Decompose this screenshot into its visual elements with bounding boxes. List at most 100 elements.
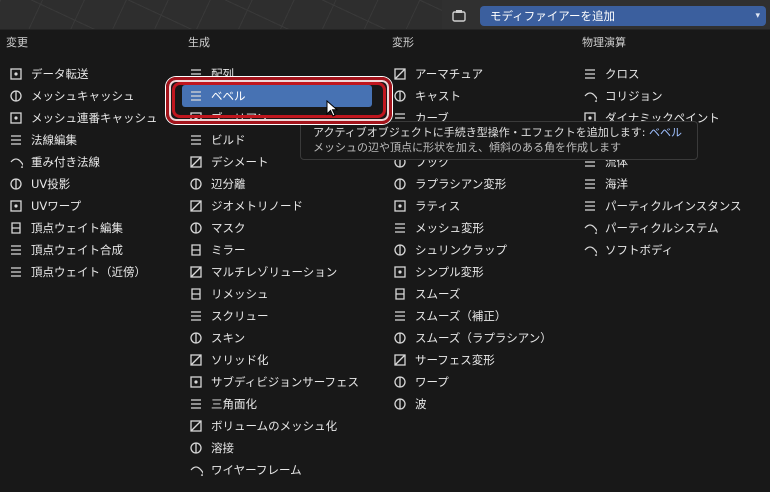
- column-title-modify: 変更: [6, 36, 28, 49]
- menu-item-label: スクリュー: [211, 309, 269, 323]
- warp-icon: [392, 374, 408, 390]
- menu-item-mask[interactable]: マスク: [188, 217, 246, 239]
- menu-item-vertex-weight-edit[interactable]: 頂点ウェイト編集: [8, 217, 123, 239]
- menu-item-mirror[interactable]: ミラー: [188, 239, 246, 261]
- menu-item-volume-to-mesh[interactable]: ボリュームのメッシュ化: [188, 415, 337, 437]
- menu-item-remesh[interactable]: リメッシュ: [188, 283, 269, 305]
- smooth-laplacian-icon: [392, 330, 408, 346]
- skin-icon: [188, 330, 204, 346]
- menu-item-simple-deform[interactable]: シンプル変形: [392, 261, 484, 283]
- menu-item-label: スムーズ（補正）: [415, 309, 507, 323]
- menu-item-surface-deform[interactable]: サーフェス変形: [392, 349, 495, 371]
- menu-item-data-transfer[interactable]: データ転送: [8, 63, 89, 85]
- column-title-generate: 生成: [188, 36, 210, 49]
- menu-item-label: ラティス: [415, 199, 461, 213]
- menu-item-weld[interactable]: 溶接: [188, 437, 234, 459]
- mask-icon: [188, 220, 204, 236]
- menu-item-ocean[interactable]: 海洋: [582, 173, 628, 195]
- menu-item-label: ラプラシアン変形: [415, 177, 507, 191]
- multires-icon: [188, 264, 204, 280]
- menu-item-label: シンプル変形: [415, 265, 484, 279]
- menu-item-geometry-nodes[interactable]: ジオメトリノード: [188, 195, 303, 217]
- menu-item-vertex-weight-proximity[interactable]: 頂点ウェイト（近傍）: [8, 261, 146, 283]
- cloth-icon: [582, 66, 598, 82]
- mesh-deform-icon: [392, 220, 408, 236]
- menu-item-label: ミラー: [211, 243, 246, 257]
- menu-item-label: 溶接: [211, 441, 234, 455]
- menu-item-decimate[interactable]: デシメート: [188, 151, 269, 173]
- mouse-cursor-icon: [326, 100, 339, 117]
- menu-item-skin[interactable]: スキン: [188, 327, 245, 349]
- menu-item-uv-project[interactable]: UV投影: [8, 173, 70, 195]
- menu-item-label: データ転送: [31, 67, 89, 81]
- menu-item-uv-warp[interactable]: UVワープ: [8, 195, 81, 217]
- wrench-icon[interactable]: [452, 9, 466, 23]
- menu-item-label: メッシュキャッシュ: [31, 89, 135, 103]
- menu-item-label: ジオメトリノード: [211, 199, 303, 213]
- menu-item-wireframe[interactable]: ワイヤーフレーム: [188, 459, 302, 481]
- menu-item-mesh-sequence-cache[interactable]: メッシュ連番キャッシュ: [8, 107, 158, 129]
- simple-deform-icon: [392, 264, 408, 280]
- menu-item-smooth[interactable]: スムーズ: [392, 283, 460, 305]
- menu-item-label: キャスト: [415, 89, 461, 103]
- menu-item-particle-system[interactable]: パーティクルシステム: [582, 217, 719, 239]
- screw-icon: [188, 308, 204, 324]
- menu-item-soft-body[interactable]: ソフトボディ: [582, 239, 673, 261]
- chevron-down-icon: ▾: [755, 11, 760, 21]
- menu-item-label: 三角面化: [211, 397, 257, 411]
- menu-item-weighted-normal[interactable]: 重み付き法線: [8, 151, 100, 173]
- menu-item-label: コリジョン: [605, 89, 663, 103]
- column-title-deform: 変形: [392, 36, 414, 49]
- top-bar: モディファイアーを追加 ▾: [0, 0, 770, 30]
- menu-item-smooth-laplacian[interactable]: スムーズ（ラプラシアン）: [392, 327, 552, 349]
- volume-to-mesh-icon: [188, 418, 204, 434]
- menu-item-build[interactable]: ビルド: [188, 129, 246, 151]
- menu-item-laplacian-deform[interactable]: ラプラシアン変形: [392, 173, 506, 195]
- menu-item-label: パーティクルシステム: [605, 221, 719, 235]
- build-icon: [188, 132, 204, 148]
- menu-item-cast[interactable]: キャスト: [392, 85, 461, 107]
- weighted-normal-icon: [8, 154, 24, 170]
- menu-item-label: 頂点ウェイト合成: [31, 243, 123, 257]
- menu-item-label: 法線編集: [31, 133, 77, 147]
- menu-item-shrinkwrap[interactable]: シュリンクラップ: [392, 239, 507, 261]
- menu-item-screw[interactable]: スクリュー: [188, 305, 269, 327]
- menu-item-vertex-weight-mix[interactable]: 頂点ウェイト合成: [8, 239, 123, 261]
- menu-item-solidify[interactable]: ソリッド化: [188, 349, 269, 371]
- lattice-icon: [392, 198, 408, 214]
- menu-item-label: UV投影: [31, 177, 71, 191]
- menu-item-label: 辺分離: [211, 177, 246, 191]
- triangulate-icon: [188, 396, 204, 412]
- menu-item-label: ワープ: [415, 375, 449, 389]
- tooltip-line1: アクティブオブジェクトに手続き型操作・エフェクトを追加します: ベベル: [313, 125, 685, 140]
- tooltip-modifier-name: ベベル: [649, 126, 682, 139]
- smooth-icon: [392, 286, 408, 302]
- menu-item-mesh-deform[interactable]: メッシュ変形: [392, 217, 484, 239]
- menu-item-wave[interactable]: 波: [392, 393, 427, 415]
- menu-item-label: メッシュ連番キャッシュ: [31, 111, 158, 125]
- menu-item-label: ビルド: [211, 133, 246, 147]
- menu-item-normal-edit[interactable]: 法線編集: [8, 129, 77, 151]
- normal-edit-icon: [8, 132, 24, 148]
- surface-deform-icon: [392, 352, 408, 368]
- menu-item-warp[interactable]: ワープ: [392, 371, 449, 393]
- menu-item-label: 波: [415, 397, 427, 411]
- cast-icon: [392, 88, 408, 104]
- menu-item-subsurf[interactable]: サブディビジョンサーフェス: [188, 371, 359, 393]
- mirror-icon: [188, 242, 204, 258]
- add-modifier-button[interactable]: モディファイアーを追加 ▾: [480, 6, 766, 26]
- menu-item-collision[interactable]: コリジョン: [582, 85, 663, 107]
- menu-item-cloth[interactable]: クロス: [582, 63, 640, 85]
- menu-item-edge-split[interactable]: 辺分離: [188, 173, 246, 195]
- menu-item-smooth-corrective[interactable]: スムーズ（補正）: [392, 305, 506, 327]
- menu-item-lattice[interactable]: ラティス: [392, 195, 460, 217]
- subsurf-icon: [188, 374, 204, 390]
- menu-item-mesh-cache[interactable]: メッシュキャッシュ: [8, 85, 135, 107]
- wireframe-icon: [188, 462, 204, 478]
- menu-item-armature[interactable]: アーマチュア: [392, 63, 483, 85]
- menu-item-multires[interactable]: マルチレゾリューション: [188, 261, 337, 283]
- armature-icon: [392, 66, 408, 82]
- menu-item-label: アーマチュア: [415, 67, 484, 81]
- menu-item-triangulate[interactable]: 三角面化: [188, 393, 257, 415]
- menu-item-particle-instance[interactable]: パーティクルインスタンス: [582, 195, 742, 217]
